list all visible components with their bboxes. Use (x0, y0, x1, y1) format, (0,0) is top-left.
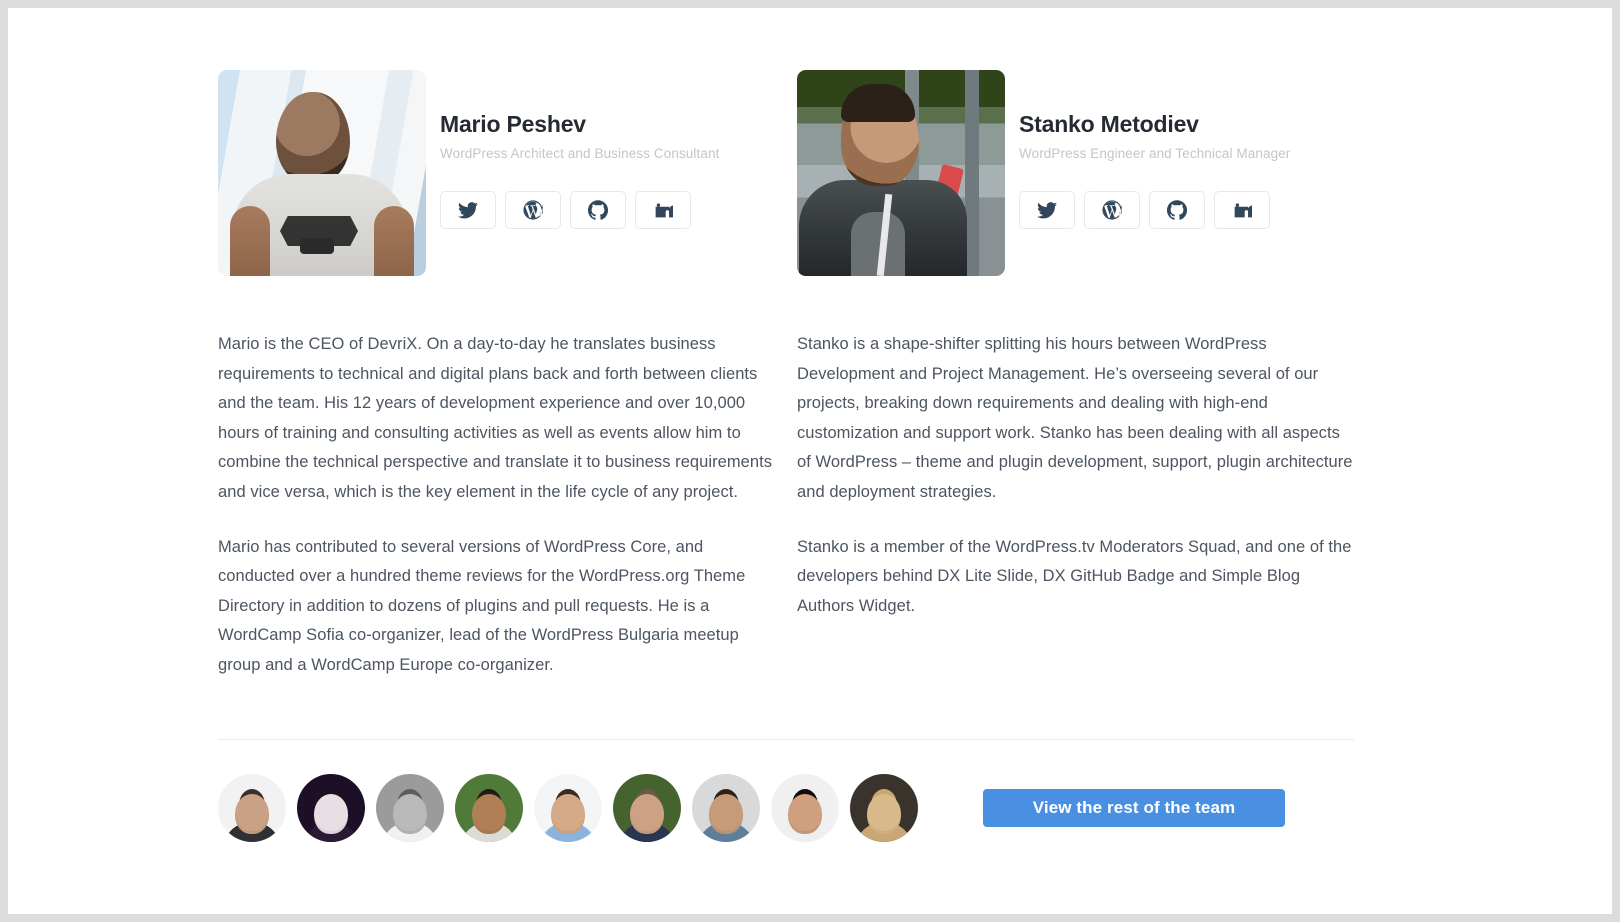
avatar-face-shape (314, 793, 348, 834)
avatar-face-shape (551, 793, 585, 834)
wordpress-button[interactable] (505, 191, 561, 230)
team-footer: View the rest of the team (218, 773, 1354, 842)
avatar[interactable] (850, 773, 918, 842)
bio-mario: Mario is the CEO of DevriX. On a day-to-… (218, 330, 786, 681)
profiles-row: Mario Peshev WordPress Architect and Bus… (218, 8, 1354, 276)
avatar-face-shape (709, 793, 743, 834)
photo-shape-pole-2 (965, 70, 979, 276)
social-links-mario (440, 191, 719, 230)
avatar-face-shape (788, 793, 822, 834)
bio-paragraph: Mario is the CEO of DevriX. On a day-to-… (218, 335, 773, 501)
avatar[interactable] (218, 773, 286, 842)
social-links-stanko (1019, 191, 1290, 230)
profile-photo-stanko (797, 70, 1005, 276)
content-container: Mario Peshev WordPress Architect and Bus… (218, 8, 1354, 842)
profile-card-stanko: Stanko Metodiev WordPress Engineer and T… (786, 70, 1354, 276)
photo-shape-arm-left (230, 206, 270, 276)
twitter-icon (458, 201, 478, 219)
avatar[interactable] (297, 773, 365, 842)
avatar-face-shape (235, 793, 269, 834)
avatar[interactable] (455, 773, 523, 842)
profile-meta: Mario Peshev WordPress Architect and Bus… (426, 70, 720, 230)
bios-row: Mario is the CEO of DevriX. On a day-to-… (218, 330, 1354, 681)
profile-meta: Stanko Metodiev WordPress Engineer and T… (1005, 70, 1291, 230)
avatar-face-shape (393, 793, 427, 834)
section-divider (218, 738, 1354, 740)
twitter-button[interactable] (440, 191, 496, 230)
team-avatar-row (218, 773, 929, 842)
wordpress-icon (523, 200, 543, 220)
profile-photo-mario (218, 70, 426, 276)
avatar[interactable] (613, 773, 681, 842)
profile-card-mario: Mario Peshev WordPress Architect and Bus… (218, 70, 786, 276)
avatar[interactable] (376, 773, 444, 842)
avatar[interactable] (692, 773, 760, 842)
bio-paragraph: Mario has contributed to several version… (218, 537, 746, 674)
bio-paragraph: Stanko is a member of the WordPress.tv M… (797, 537, 1352, 615)
page-title: Mario Peshev (440, 111, 586, 137)
photo-shape-arm-right (374, 206, 414, 276)
profile-header: Stanko Metodiev WordPress Engineer and T… (797, 70, 1354, 276)
github-icon (588, 200, 608, 221)
photo-shape-hair (841, 84, 915, 122)
linkedin-button[interactable] (635, 191, 691, 230)
cta-container: View the rest of the team (983, 788, 1285, 827)
linkedin-icon (1233, 201, 1252, 220)
profile-role: WordPress Architect and Business Consult… (440, 146, 720, 162)
github-button[interactable] (570, 191, 626, 230)
page-frame: Mario Peshev WordPress Architect and Bus… (8, 8, 1612, 914)
avatar-face-shape (867, 793, 901, 834)
bio-paragraph: Stanko is a shape-shifter splitting his … (797, 335, 1353, 501)
profile-role: WordPress Engineer and Technical Manager (1019, 146, 1291, 162)
github-icon (1167, 200, 1187, 221)
bio-stanko: Stanko is a shape-shifter splitting his … (786, 330, 1354, 681)
twitter-button[interactable] (1019, 191, 1075, 230)
linkedin-icon (654, 201, 673, 220)
view-rest-of-team-button[interactable]: View the rest of the team (983, 788, 1285, 827)
avatar[interactable] (771, 773, 839, 842)
wordpress-icon (1102, 200, 1122, 220)
avatar-face-shape (472, 793, 506, 834)
github-button[interactable] (1149, 191, 1205, 230)
photo-shape-wristband (300, 238, 334, 254)
profile-header: Mario Peshev WordPress Architect and Bus… (218, 70, 774, 276)
wordpress-button[interactable] (1084, 191, 1140, 230)
linkedin-button[interactable] (1214, 191, 1270, 230)
twitter-icon (1037, 201, 1057, 219)
page-title: Stanko Metodiev (1019, 111, 1199, 137)
avatar[interactable] (534, 773, 602, 842)
avatar-face-shape (630, 793, 664, 834)
